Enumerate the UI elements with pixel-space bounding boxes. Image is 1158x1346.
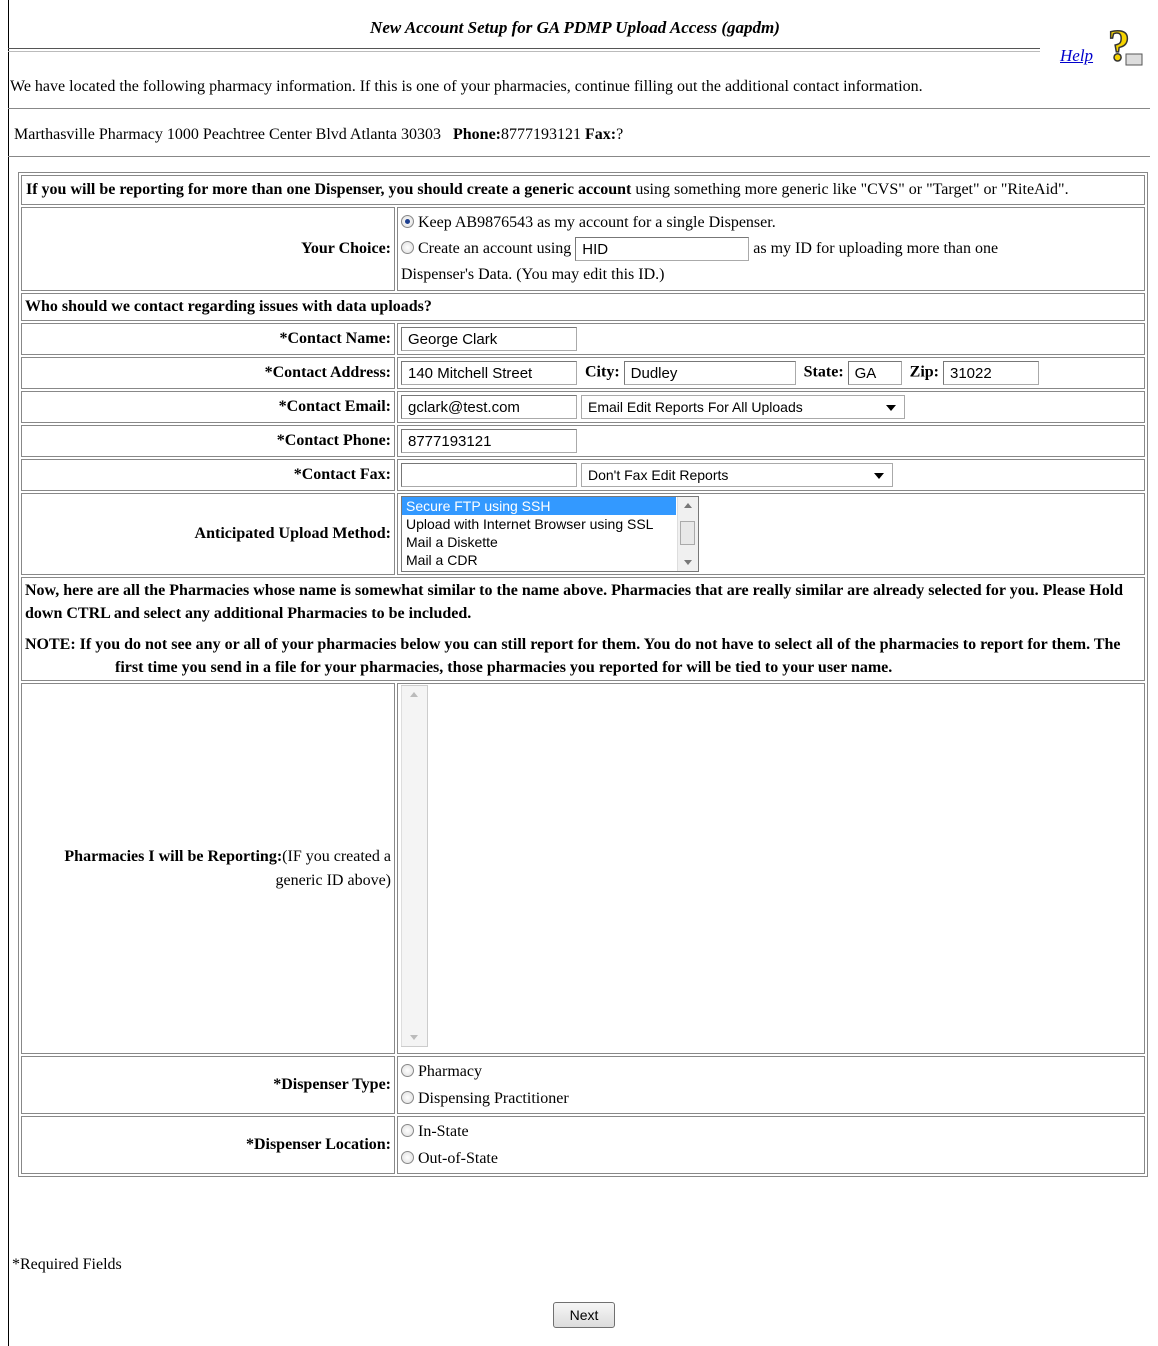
upload-method-scrollbar[interactable] <box>677 497 698 571</box>
pharmacy-fax: ? <box>616 126 624 143</box>
divider <box>8 108 1150 109</box>
contact-fax-input[interactable] <box>401 463 577 487</box>
upload-method-cell: Secure FTP using SSH Upload with Interne… <box>397 493 1145 575</box>
dispenser-location-label: *Dispenser Location: <box>21 1116 395 1174</box>
scroll-down-icon <box>684 560 692 565</box>
pharmacies-reporting-label: Pharmacies I will be Reporting: <box>64 847 283 865</box>
fax-label: Fax: <box>585 126 617 143</box>
create-account-label: Create an account using <box>418 240 572 257</box>
generic-notice-rest: using something more generic like "CVS" … <box>631 181 1069 198</box>
upload-option[interactable]: Mail a Diskette <box>402 533 698 551</box>
create-account-post: as my ID for uploading more than one <box>753 240 999 257</box>
account-setup-form: If you will be reporting for more than o… <box>18 172 1148 1177</box>
upload-option[interactable]: Mail a CDR <box>402 551 698 569</box>
pharmacy-radio-label: Pharmacy <box>418 1063 482 1080</box>
generic-account-notice: If you will be reporting for more than o… <box>21 175 1145 205</box>
pharmacies-listbox[interactable] <box>401 685 428 1047</box>
contact-email-input[interactable]: gclark@test.com <box>401 395 577 419</box>
contact-email-cell: gclark@test.com Email Edit Reports For A… <box>397 391 1145 423</box>
next-button[interactable]: Next <box>553 1302 615 1328</box>
choice-label: Your Choice: <box>21 207 395 291</box>
contact-phone-cell: 8777193121 <box>397 425 1145 457</box>
pharmacy-info: Marthasville Pharmacy 1000 Peachtree Cen… <box>14 126 441 143</box>
pharmacies-reporting-cell <box>397 683 1145 1054</box>
email-reports-select[interactable]: Email Edit Reports For All Uploads <box>581 395 905 419</box>
keep-account-radio[interactable] <box>401 215 414 228</box>
scroll-thumb[interactable] <box>680 521 695 545</box>
scroll-up-icon <box>684 503 692 508</box>
email-reports-value: Email Edit Reports For All Uploads <box>588 399 803 415</box>
contact-heading: Who should we contact regarding issues w… <box>21 293 1145 321</box>
intro-text: We have located the following pharmacy i… <box>10 78 923 95</box>
create-account-cont: Dispenser's Data. (You may edit this ID.… <box>401 266 665 283</box>
upload-option[interactable]: Upload with Internet Browser using SSL <box>402 515 698 533</box>
contact-name-input[interactable]: George Clark <box>401 327 577 351</box>
city-input[interactable]: Dudley <box>623 361 796 385</box>
zip-label: Zip: <box>909 363 939 381</box>
upload-option[interactable]: Secure FTP using SSH <box>402 497 676 515</box>
contact-fax-label: *Contact Fax: <box>21 459 395 491</box>
state-label: State: <box>803 363 844 381</box>
title-divider <box>8 48 1040 52</box>
pharmacies-reporting-label-cell: Pharmacies I will be Reporting:(IF you c… <box>21 683 395 1054</box>
chevron-down-icon <box>874 473 884 479</box>
contact-address-cell: 140 Mitchell Street City: Dudley State: … <box>397 357 1145 389</box>
generic-id-input[interactable]: HID <box>575 237 750 262</box>
help-question-icon[interactable]: ? <box>1100 20 1148 68</box>
pharmacy-phone: 8777193121 <box>501 126 581 143</box>
in-state-radio[interactable] <box>401 1124 414 1137</box>
upload-method-label: Anticipated Upload Method: <box>21 493 395 575</box>
contact-address-label: *Contact Address: <box>21 357 395 389</box>
chevron-down-icon <box>886 405 896 411</box>
dispenser-type-cell: Pharmacy Dispensing Practitioner <box>397 1056 1145 1114</box>
scroll-down-icon <box>410 1035 418 1040</box>
divider <box>8 156 1150 157</box>
pharmacy-info-line: Marthasville Pharmacy 1000 Peachtree Cen… <box>14 126 623 144</box>
pharmacies-reporting-note: (IF you created a generic ID above) <box>275 847 392 889</box>
dispensing-practitioner-label: Dispensing Practitioner <box>418 1090 569 1107</box>
contact-name-cell: George Clark <box>397 323 1145 355</box>
dispenser-type-label: *Dispenser Type: <box>21 1056 395 1114</box>
in-state-label: In-State <box>418 1123 469 1140</box>
zip-input[interactable]: 31022 <box>942 361 1039 385</box>
dispensing-practitioner-radio[interactable] <box>401 1091 414 1104</box>
similar-notice-text: Now, here are all the Pharmacies whose n… <box>25 582 1124 622</box>
contact-address-input[interactable]: 140 Mitchell Street <box>401 361 577 385</box>
contact-phone-input[interactable]: 8777193121 <box>401 429 577 453</box>
pharmacy-radio[interactable] <box>401 1064 414 1077</box>
scroll-up-icon <box>410 692 418 697</box>
keep-account-label: Keep AB9876543 as my account for a singl… <box>418 214 776 231</box>
contact-fax-cell: Don't Fax Edit Reports <box>397 459 1145 491</box>
fax-reports-select[interactable]: Don't Fax Edit Reports <box>581 463 893 487</box>
state-input[interactable]: GA <box>847 361 902 385</box>
phone-label: Phone: <box>453 126 501 143</box>
pharmacies-scrollbar[interactable] <box>401 686 427 1046</box>
generic-notice-bold: If you will be reporting for more than o… <box>26 181 632 198</box>
city-label: City: <box>585 363 620 381</box>
out-of-state-radio[interactable] <box>401 1151 414 1164</box>
choice-cell: Keep AB9876543 as my account for a singl… <box>397 207 1145 291</box>
similar-pharmacies-notice: Now, here are all the Pharmacies whose n… <box>21 577 1145 681</box>
fax-reports-value: Don't Fax Edit Reports <box>588 467 729 483</box>
required-fields-note: *Required Fields <box>12 1256 122 1273</box>
create-account-radio[interactable] <box>401 241 414 254</box>
contact-phone-label: *Contact Phone: <box>21 425 395 457</box>
out-of-state-label: Out-of-State <box>418 1150 498 1167</box>
contact-name-label: *Contact Name: <box>21 323 395 355</box>
upload-method-listbox[interactable]: Secure FTP using SSH Upload with Interne… <box>401 496 699 572</box>
similar-notice-note: NOTE: If you do not see any or all of yo… <box>25 636 1121 676</box>
help-link[interactable]: Help <box>1060 46 1093 66</box>
page-title: New Account Setup for GA PDMP Upload Acc… <box>370 18 780 37</box>
contact-email-label: *Contact Email: <box>21 391 395 423</box>
dispenser-location-cell: In-State Out-of-State <box>397 1116 1145 1174</box>
